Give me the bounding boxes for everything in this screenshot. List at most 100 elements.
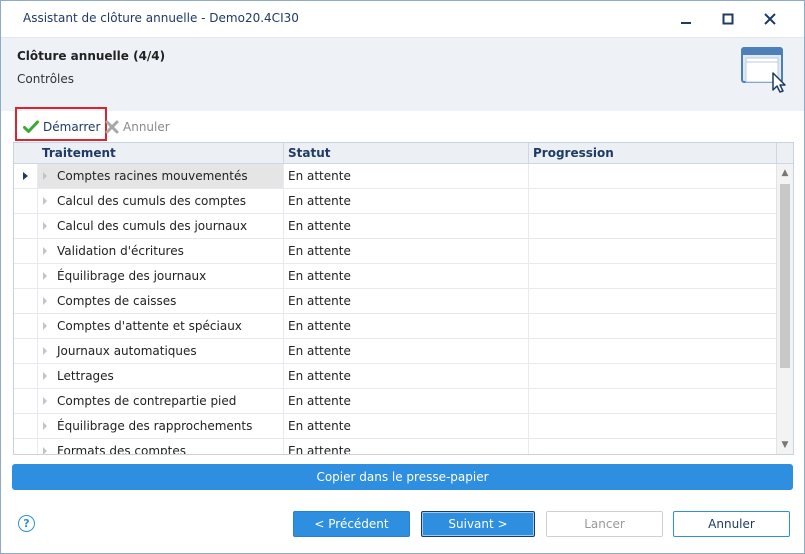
table-row[interactable]: Équilibrage des journaux En attente bbox=[14, 264, 776, 289]
table-row[interactable]: Comptes de caisses En attente bbox=[14, 289, 776, 314]
cell-traitement[interactable]: Calcul des cumuls des comptes bbox=[38, 189, 283, 213]
cell-traitement[interactable]: Comptes de caisses bbox=[38, 289, 283, 313]
cell-statut[interactable]: En attente bbox=[283, 189, 528, 213]
cell-progression[interactable] bbox=[528, 414, 776, 438]
row-indicator bbox=[14, 264, 38, 288]
cell-traitement[interactable]: Équilibrage des rapprochements bbox=[38, 414, 283, 438]
table-row[interactable]: Calcul des cumuls des comptes En attente bbox=[14, 189, 776, 214]
scroll-up-arrow-icon[interactable]: ▲ bbox=[777, 165, 793, 181]
table-row[interactable]: Lettrages En attente bbox=[14, 364, 776, 389]
column-header-statut[interactable]: Statut bbox=[288, 146, 331, 160]
start-button[interactable]: Démarrer bbox=[17, 115, 106, 139]
expand-arrow-icon[interactable] bbox=[43, 297, 47, 305]
row-indicator bbox=[14, 214, 38, 238]
cell-statut[interactable]: En attente bbox=[283, 339, 528, 363]
cancel-button[interactable]: Annuler bbox=[673, 511, 790, 537]
minimize-button[interactable] bbox=[668, 7, 704, 31]
statut-label: En attente bbox=[288, 394, 351, 408]
cell-statut[interactable]: En attente bbox=[283, 239, 528, 263]
window-cursor-icon bbox=[741, 47, 786, 93]
cell-statut[interactable]: En attente bbox=[283, 264, 528, 288]
row-indicator bbox=[14, 389, 38, 413]
column-separator bbox=[776, 143, 777, 164]
wizard-header: Clôture annuelle (4/4) Contrôles bbox=[1, 37, 804, 111]
previous-button[interactable]: < Précédent bbox=[293, 511, 410, 537]
cell-progression[interactable] bbox=[528, 264, 776, 288]
window-title: Assistant de clôture annuelle - Demo20.4… bbox=[23, 11, 299, 25]
column-header-traitement[interactable]: Traitement bbox=[42, 146, 116, 160]
expand-arrow-icon[interactable] bbox=[43, 172, 47, 180]
table-row[interactable]: Formats des comptes En attente bbox=[14, 439, 776, 455]
traitement-label: Formats des comptes bbox=[57, 444, 187, 455]
scroll-thumb[interactable] bbox=[780, 184, 790, 368]
cell-progression[interactable] bbox=[528, 389, 776, 413]
grid-rows: Comptes racines mouvementés En attente Cal… bbox=[14, 164, 776, 455]
expand-arrow-icon[interactable] bbox=[43, 372, 47, 380]
traitement-label: Comptes de caisses bbox=[57, 294, 177, 308]
cell-statut[interactable]: En attente bbox=[283, 164, 528, 188]
column-separator[interactable] bbox=[528, 143, 529, 164]
maximize-button[interactable] bbox=[710, 7, 746, 31]
expand-arrow-icon[interactable] bbox=[43, 322, 47, 330]
title-bar: Assistant de clôture annuelle - Demo20.4… bbox=[1, 1, 804, 37]
traitement-label: Lettrages bbox=[57, 369, 114, 383]
expand-arrow-icon[interactable] bbox=[43, 397, 47, 405]
table-row[interactable]: Validation d'écritures En attente bbox=[14, 239, 776, 264]
cell-progression[interactable] bbox=[528, 364, 776, 388]
cell-progression[interactable] bbox=[528, 189, 776, 213]
copy-to-clipboard-button[interactable]: Copier dans le presse-papier bbox=[12, 464, 793, 490]
table-row[interactable]: Comptes de contrepartie pied En attente bbox=[14, 389, 776, 414]
maximize-icon bbox=[722, 13, 734, 25]
cell-statut[interactable]: En attente bbox=[283, 389, 528, 413]
cell-statut[interactable]: En attente bbox=[283, 314, 528, 338]
close-button[interactable] bbox=[752, 7, 788, 31]
cell-traitement[interactable]: Formats des comptes bbox=[38, 439, 283, 455]
expand-arrow-icon[interactable] bbox=[43, 222, 47, 230]
cell-traitement[interactable]: Validation d'écritures bbox=[38, 239, 283, 263]
statut-label: En attente bbox=[288, 344, 351, 358]
expand-arrow-icon[interactable] bbox=[43, 422, 47, 430]
row-indicator bbox=[14, 164, 38, 188]
expand-arrow-icon[interactable] bbox=[43, 347, 47, 355]
expand-arrow-icon[interactable] bbox=[43, 447, 47, 454]
traitement-label: Journaux automatiques bbox=[57, 344, 197, 358]
cell-progression[interactable] bbox=[528, 339, 776, 363]
column-header-progression[interactable]: Progression bbox=[533, 146, 614, 160]
cell-statut[interactable]: En attente bbox=[283, 439, 528, 454]
cell-progression[interactable] bbox=[528, 314, 776, 338]
launch-button[interactable]: Lancer bbox=[546, 511, 663, 537]
cell-progression[interactable] bbox=[528, 239, 776, 263]
cell-statut[interactable]: En attente bbox=[283, 414, 528, 438]
table-row[interactable]: Comptes d'attente et spéciaux En attente bbox=[14, 314, 776, 339]
expand-arrow-icon[interactable] bbox=[43, 247, 47, 255]
vertical-scrollbar[interactable]: ▲ ▼ bbox=[776, 164, 793, 454]
cell-traitement[interactable]: Lettrages bbox=[38, 364, 283, 388]
table-row[interactable]: Comptes racines mouvementés En attente bbox=[14, 164, 776, 189]
cell-traitement[interactable]: Journaux automatiques bbox=[38, 339, 283, 363]
cell-traitement[interactable]: Comptes d'attente et spéciaux bbox=[38, 314, 283, 338]
cell-traitement[interactable]: Comptes racines mouvementés bbox=[38, 164, 283, 188]
help-icon[interactable]: ? bbox=[18, 515, 35, 532]
processing-grid: Traitement Statut Progression Comptes ra… bbox=[13, 142, 794, 455]
cancel-run-button[interactable]: Annuler bbox=[105, 115, 170, 139]
cell-progression[interactable] bbox=[528, 164, 776, 188]
table-row[interactable]: Équilibrage des rapprochements En attente bbox=[14, 414, 776, 439]
table-row[interactable]: Journaux automatiques En attente bbox=[14, 339, 776, 364]
scroll-down-arrow-icon[interactable]: ▼ bbox=[777, 437, 793, 453]
cell-progression[interactable] bbox=[528, 214, 776, 238]
cell-progression[interactable] bbox=[528, 289, 776, 313]
next-button[interactable]: Suivant > bbox=[421, 511, 535, 537]
column-separator[interactable] bbox=[283, 143, 284, 164]
cell-progression[interactable] bbox=[528, 439, 776, 454]
cell-traitement[interactable]: Calcul des cumuls des journaux bbox=[38, 214, 283, 238]
expand-arrow-icon[interactable] bbox=[43, 197, 47, 205]
cell-traitement[interactable]: Comptes de contrepartie pied bbox=[38, 389, 283, 413]
cell-statut[interactable]: En attente bbox=[283, 364, 528, 388]
row-indicator bbox=[14, 189, 38, 213]
table-row[interactable]: Calcul des cumuls des journaux En attente bbox=[14, 214, 776, 239]
expand-arrow-icon[interactable] bbox=[43, 272, 47, 280]
cell-statut[interactable]: En attente bbox=[283, 289, 528, 313]
statut-label: En attente bbox=[288, 244, 351, 258]
cell-statut[interactable]: En attente bbox=[283, 214, 528, 238]
cell-traitement[interactable]: Équilibrage des journaux bbox=[38, 264, 283, 288]
